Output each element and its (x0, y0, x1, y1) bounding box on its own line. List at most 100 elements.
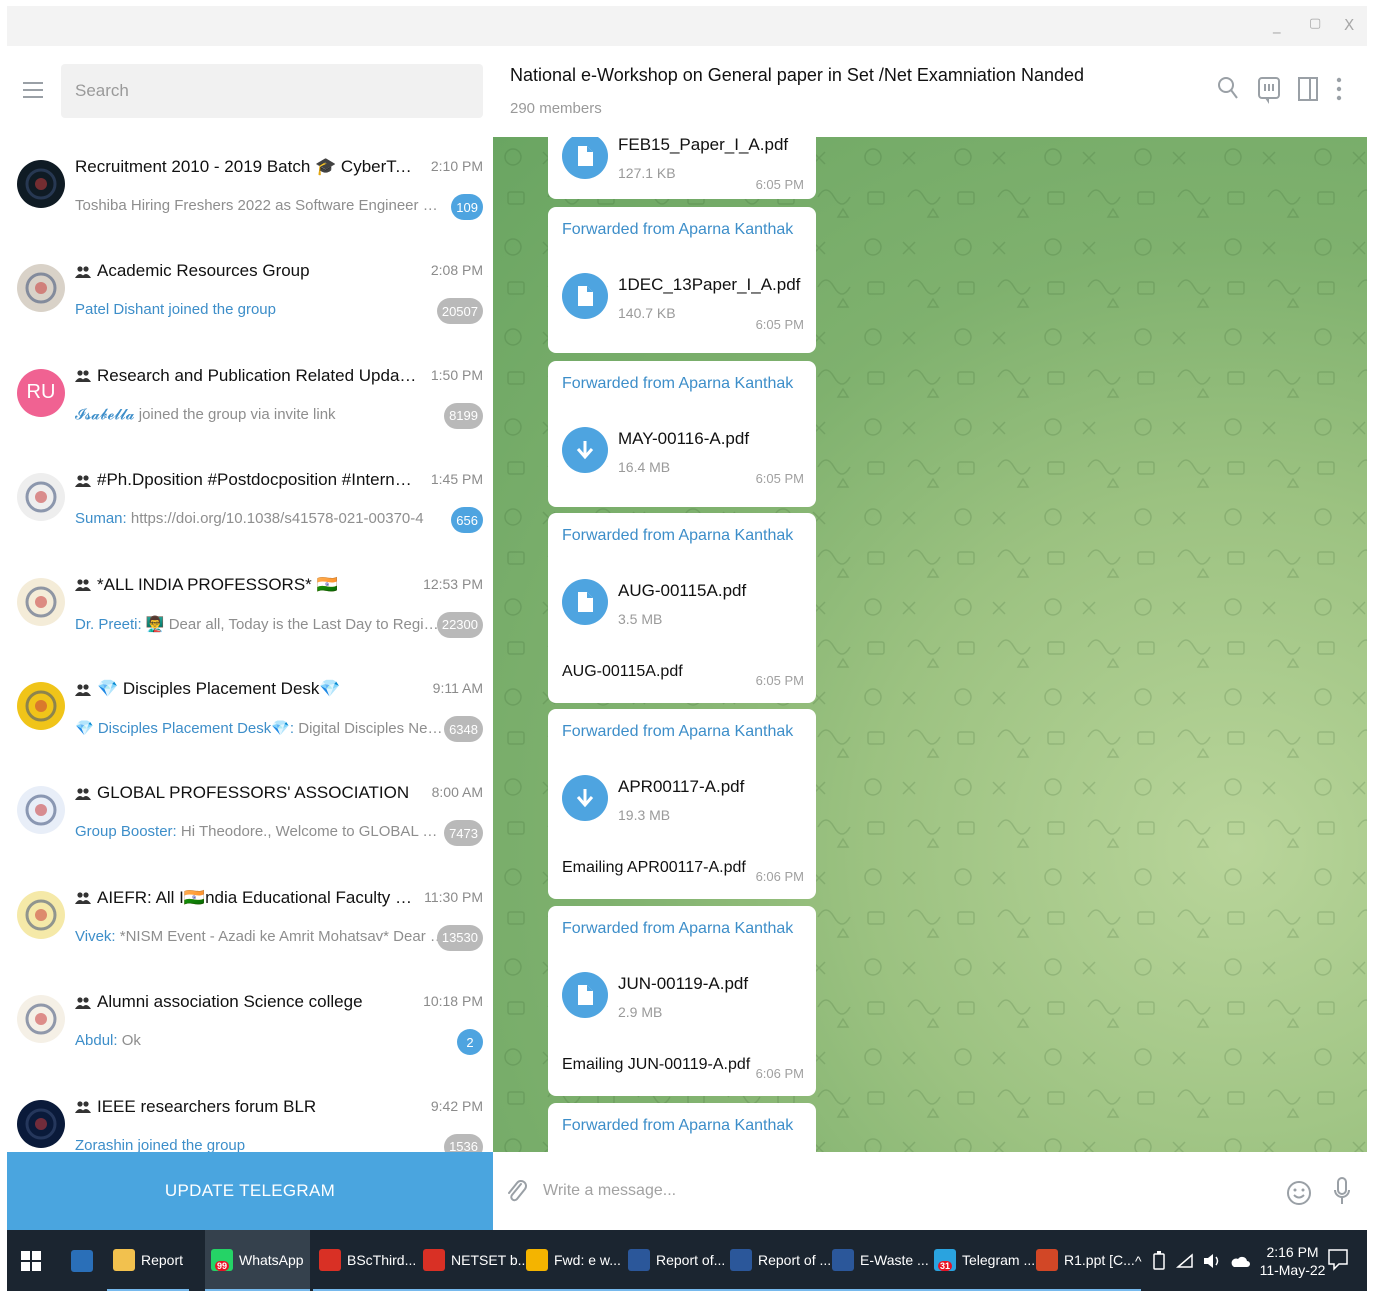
chat-avatar (17, 577, 65, 626)
wifi-icon[interactable] (1175, 1252, 1194, 1269)
chat-avatar (17, 682, 65, 730)
file-name[interactable]: 1DEC_13Paper_I_A.pdf (618, 275, 800, 295)
whatsapp-icon: 99 (211, 1248, 233, 1271)
sidebar-toggle-icon[interactable] (1297, 76, 1319, 102)
message-bubble[interactable]: Forwarded from Aparna Kanthak 1DEC_13Pape… (548, 207, 816, 353)
taskbar-app[interactable]: NETSET b... (417, 1230, 536, 1291)
forwarded-from-label[interactable]: Forwarded from Aparna Kanthak (562, 221, 793, 239)
message-input[interactable] (543, 1174, 1243, 1208)
forwarded-from-label[interactable]: Forwarded from Aparna Kanthak (562, 723, 793, 741)
chat-avatar: RU (17, 368, 65, 417)
message-bubble[interactable]: Forwarded from Aparna Kanthak AUG-00115A.… (548, 513, 816, 703)
forwarded-from-label[interactable]: Forwarded from Aparna Kanthak (562, 1117, 793, 1135)
close-button[interactable]: X (1344, 16, 1354, 34)
message-bubble[interactable]: FEB15_Paper_I_A.pdf 127.1 KB 6:05 PM (548, 137, 816, 199)
search-input[interactable] (61, 64, 483, 118)
taskbar-app[interactable]: 99 WhatsApp (205, 1230, 310, 1291)
forwarded-from-label[interactable]: Forwarded from Aparna Kanthak (562, 527, 793, 545)
clock[interactable]: 2:16 PM 11-May-22 (1260, 1243, 1326, 1279)
chat-name: 💎 Disciples Placement Desk💎 (75, 679, 420, 699)
document-icon[interactable] (562, 137, 608, 179)
volume-icon[interactable] (1202, 1253, 1222, 1269)
forwarded-from-label[interactable]: Forwarded from Aparna Kanthak (562, 920, 793, 938)
chat-time: 2:10 PM (430, 158, 483, 174)
taskbar-app[interactable]: Report of ... (724, 1230, 838, 1291)
file-size: 16.4 MB (618, 459, 671, 475)
pdf-icon (423, 1248, 445, 1271)
chat-preview: 𝓘𝓼𝓪𝓫𝓮𝓵𝓵𝓪 joined the group via invite lin… (75, 406, 445, 423)
windows-start-icon[interactable] (21, 1251, 41, 1271)
search-icon[interactable] (1217, 76, 1239, 102)
file-name[interactable]: FEB15_Paper_I_A.pdf (618, 137, 788, 155)
chat-list-item[interactable]: 💎 Disciples Placement Desk💎 9:11 AM 💎 Disc… (7, 660, 493, 764)
show-hidden-icons-icon[interactable]: ^ (1135, 1253, 1142, 1269)
attach-icon[interactable] (505, 1178, 529, 1206)
group-icon (75, 783, 97, 802)
chat-preview: Patel Dishant joined the group (75, 301, 445, 318)
battery-icon[interactable] (1152, 1250, 1166, 1271)
chat-preview: Suman: https://doi.org/10.1038/s41578-02… (75, 510, 445, 527)
chat-list-item[interactable]: Academic Resources Group 2:08 PM Patel Dis… (7, 242, 493, 346)
onedrive-icon[interactable] (1230, 1254, 1250, 1268)
update-telegram-button[interactable]: UPDATE TELEGRAM (7, 1152, 493, 1230)
minimize-button[interactable]: _ (1273, 16, 1281, 34)
forwarded-from-label[interactable]: Forwarded from Aparna Kanthak (562, 375, 793, 393)
message-time: 6:05 PM (755, 673, 804, 688)
document-icon[interactable] (562, 579, 608, 625)
more-options-icon[interactable] (1335, 76, 1343, 102)
chat-preview-text: Ok (121, 1032, 141, 1050)
chat-preview-sender: Group Booster: (75, 823, 181, 841)
file-name[interactable]: JUN-00119-A.pdf (618, 974, 748, 994)
chat-list-item[interactable]: GLOBAL PROFESSORS' ASSOCIATION 8:00 AM Gro… (7, 764, 493, 868)
download-icon[interactable] (562, 427, 608, 473)
taskbar-app[interactable] (65, 1230, 105, 1291)
message-time: 6:05 PM (755, 471, 804, 486)
chat-list-item[interactable]: *ALL INDIA PROFESSORS* 🇮🇳 12:53 PM Dr. Pre… (7, 556, 493, 660)
taskbar-app[interactable]: E-Waste ... (826, 1230, 935, 1291)
windows-taskbar: Report 99 WhatsApp BScThird... NETSET b... Fw… (7, 1230, 1367, 1291)
chat-avatar (17, 264, 65, 313)
download-icon[interactable] (562, 775, 608, 821)
pdf-icon (319, 1248, 341, 1271)
group-icon (75, 679, 97, 698)
chat-avatar (17, 995, 65, 1044)
chat-name-text: #Ph.Dposition #Postdocposition #Internsh… (97, 470, 420, 490)
message-bubble[interactable]: Forwarded from Aparna Kanthak (548, 1103, 816, 1152)
chat-list-item[interactable]: #Ph.Dposition #Postdocposition #Internsh… (7, 451, 493, 555)
conversation-header[interactable]: National e-Workshop on General paper in … (493, 46, 1367, 137)
taskbar-app[interactable]: Report of... (622, 1230, 732, 1291)
emoji-icon[interactable] (1286, 1180, 1312, 1206)
taskbar-app[interactable]: Fwd: e w... (520, 1230, 627, 1291)
chat-avatar (17, 890, 65, 939)
file-name[interactable]: MAY-00116-A.pdf (618, 429, 749, 449)
chat-time: 1:45 PM (430, 471, 483, 488)
taskbar-app[interactable]: Report (107, 1230, 190, 1291)
message-bubble[interactable]: Forwarded from Aparna Kanthak JUN-00119-A… (548, 906, 816, 1096)
hamburger-menu-icon[interactable] (23, 82, 43, 98)
chrome-icon (526, 1248, 548, 1271)
chat-preview-sender: 💎 Disciples Placement Desk💎: (75, 720, 299, 737)
notification-center-icon[interactable] (1327, 1248, 1349, 1272)
file-name[interactable]: AUG-00115A.pdf (618, 581, 746, 601)
chat-list-item[interactable]: RU Research and Publication Related Updat… (7, 347, 493, 451)
chat-list-item[interactable]: Alumni association Science college 10:18 … (7, 973, 493, 1077)
chat-preview-sender: Suman: (75, 510, 131, 528)
microphone-icon[interactable] (1333, 1176, 1351, 1208)
document-icon[interactable] (562, 273, 608, 319)
unread-badge: 109 (451, 194, 483, 220)
document-icon[interactable] (562, 972, 608, 1018)
message-bubble[interactable]: Forwarded from Aparna Kanthak APR00117-A.… (548, 709, 816, 899)
chat-list-item[interactable]: Recruitment 2010 - 2019 Batch 🎓 CyberTec… (7, 138, 493, 242)
message-time: 6:06 PM (755, 869, 804, 884)
restore-button[interactable]: ▢ (1309, 16, 1321, 31)
chat-preview-text: 👨‍🏫 Dear all, Today is the Last Day to R… (145, 615, 445, 633)
taskbar-app[interactable]: BScThird... (313, 1230, 423, 1291)
message-bubble[interactable]: Forwarded from Aparna Kanthak MAY-00116-A… (548, 361, 816, 507)
chat-preview-text: joined the group via invite link (134, 405, 336, 423)
taskbar-app[interactable]: R1.ppt [C... (1030, 1230, 1141, 1291)
taskbar-app[interactable]: 31 Telegram ... (928, 1230, 1042, 1291)
file-name[interactable]: APR00117-A.pdf (618, 777, 744, 797)
chat-list-item[interactable]: AIEFR: All I🇮🇳ndia Educational Faculty &… (7, 869, 493, 973)
chat-preview: Dr. Preeti: 👨‍🏫 Dear all, Today is the L… (75, 615, 445, 633)
call-icon[interactable] (1257, 76, 1281, 106)
